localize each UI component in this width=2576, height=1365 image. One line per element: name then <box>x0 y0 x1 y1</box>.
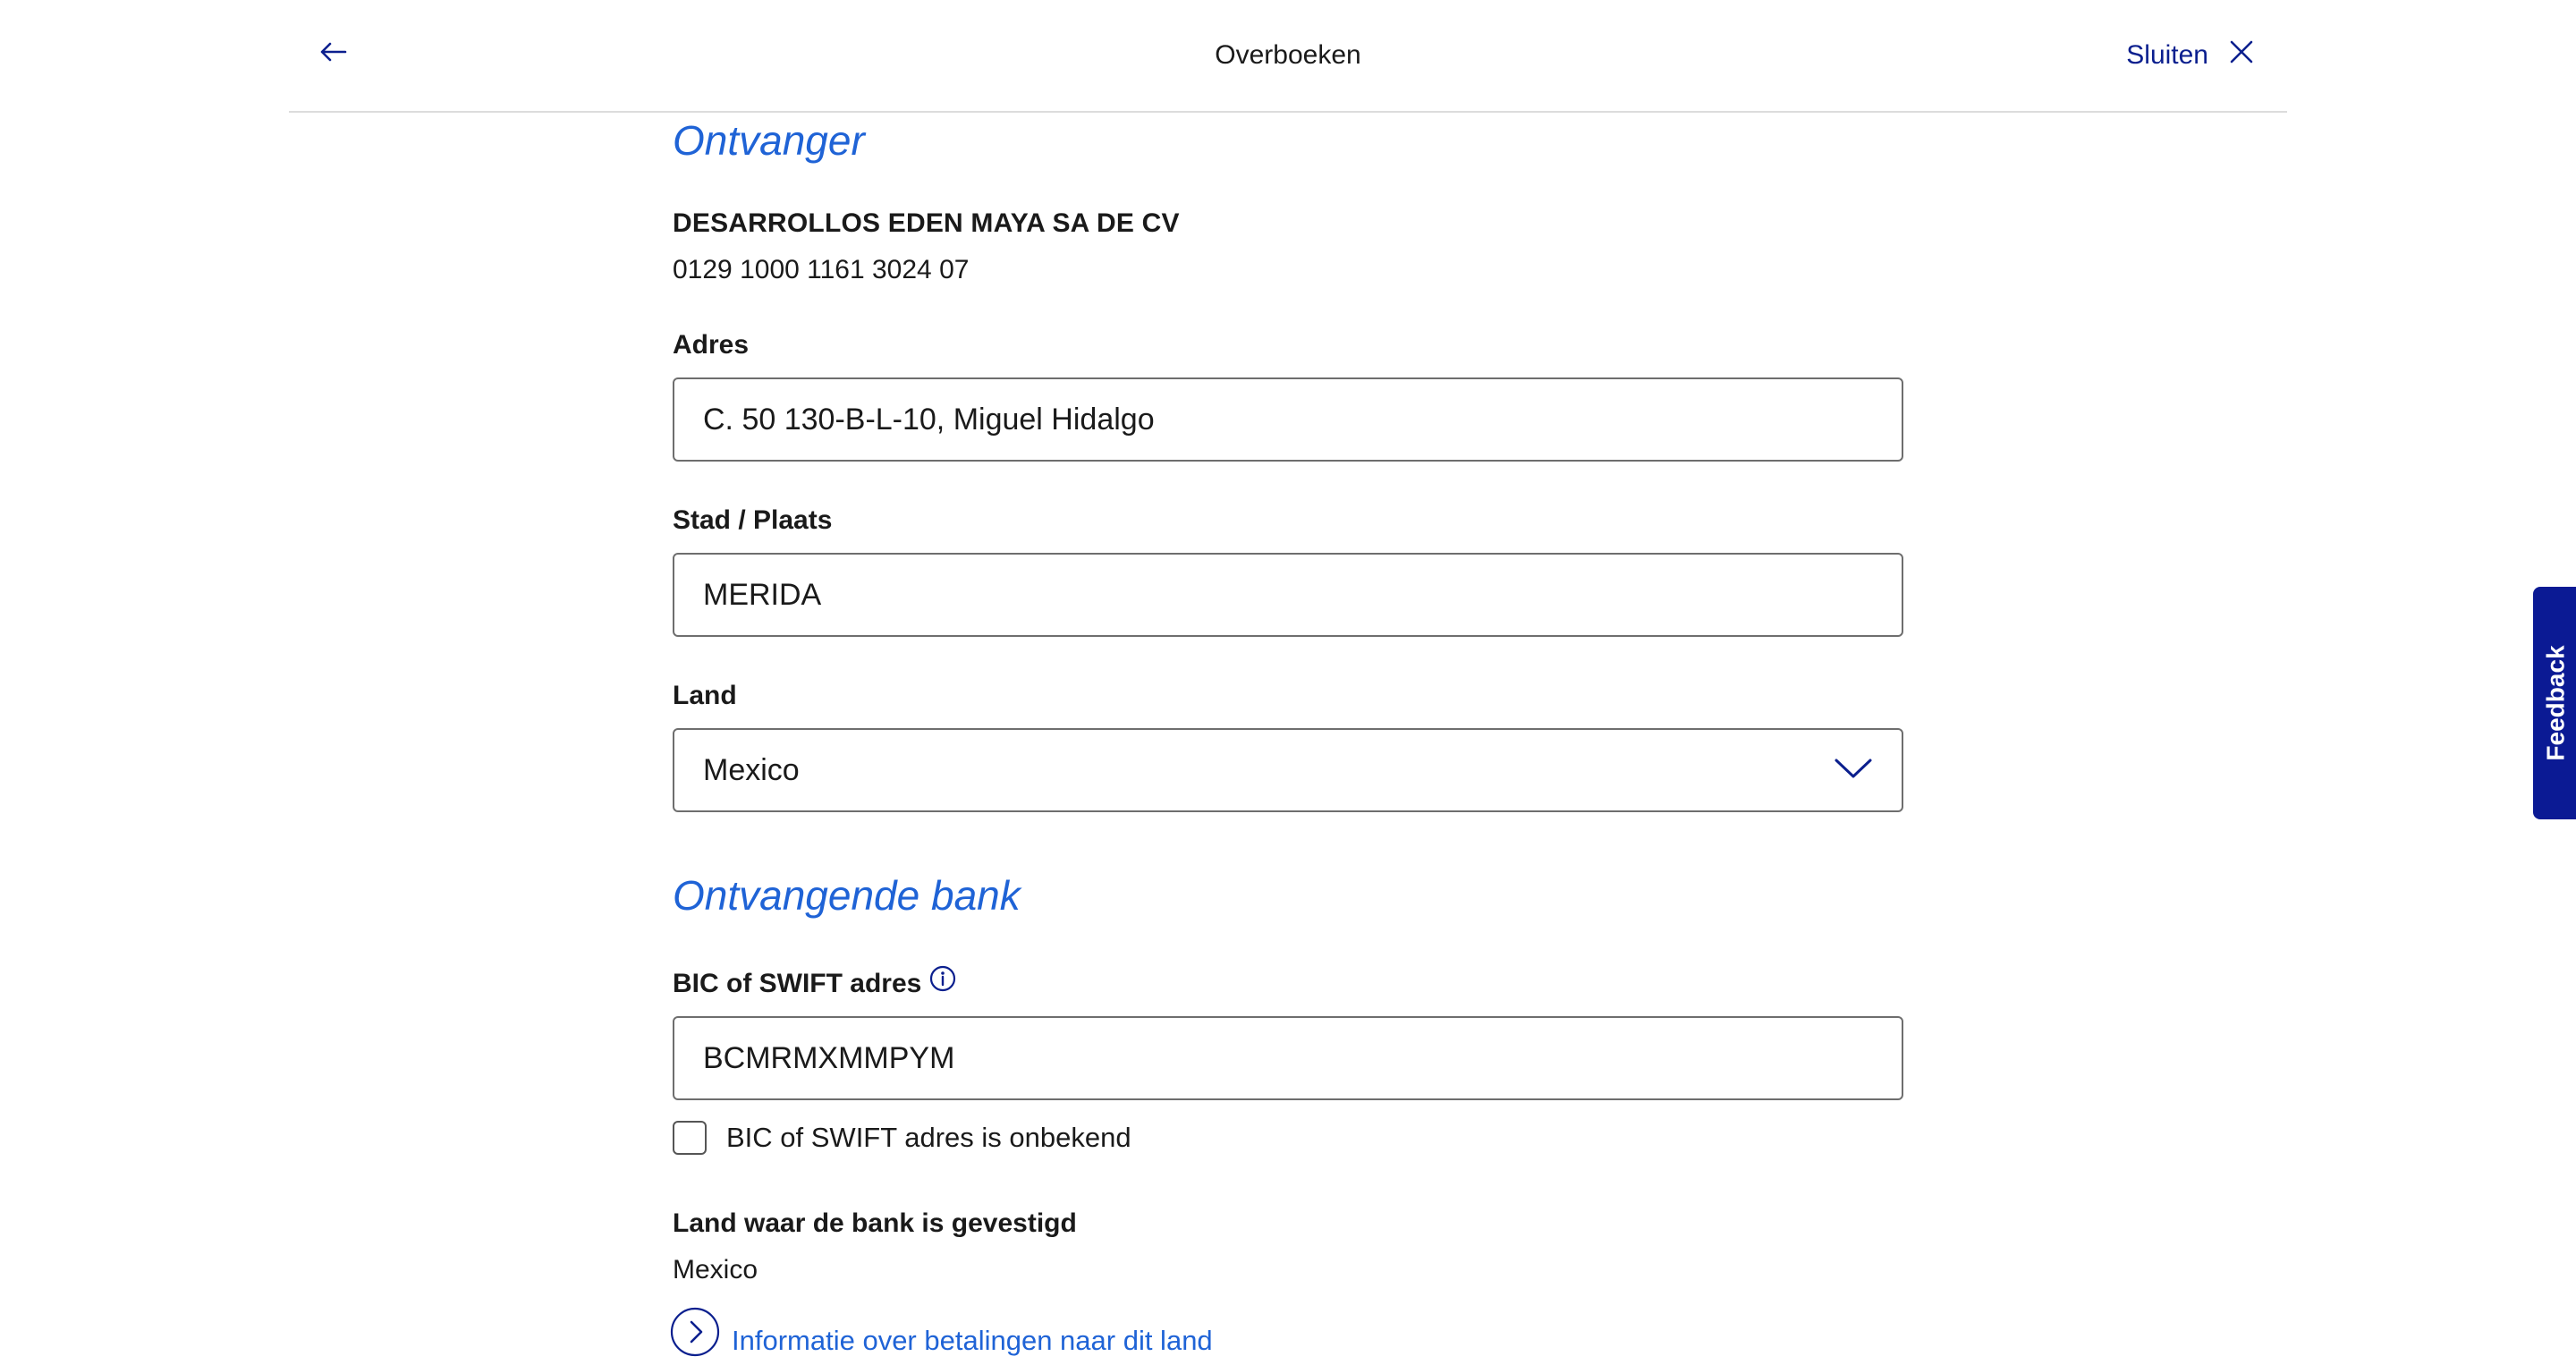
bank-country-label: Land waar de bank is gevestigd <box>673 1208 1077 1238</box>
bic-unknown-checkbox[interactable] <box>673 1121 707 1155</box>
bic-label-text: BIC of SWIFT adres <box>673 969 922 998</box>
bank-country-value: Mexico <box>673 1255 758 1284</box>
chevron-right-circle-icon <box>669 1306 721 1365</box>
section-title-recipient: Ontvanger <box>673 117 865 164</box>
feedback-tab[interactable]: Feedback <box>2533 587 2576 819</box>
bic-unknown-label: BIC of SWIFT adres is onbekend <box>726 1122 1131 1153</box>
info-icon[interactable] <box>928 964 957 993</box>
address-label: Adres <box>673 330 750 360</box>
info-link-label: Informatie over betalingen naar dit land <box>732 1324 1213 1356</box>
section-title-receiving-bank: Ontvangende bank <box>673 872 1021 919</box>
header-bar: Overboeken Sluiten <box>289 0 2287 113</box>
address-input[interactable] <box>673 377 1903 462</box>
close-label: Sluiten <box>2126 40 2208 70</box>
feedback-label: Feedback <box>2542 645 2571 761</box>
country-select-value: Mexico <box>703 753 800 787</box>
country-select[interactable]: Mexico <box>673 728 1903 812</box>
bic-input[interactable] <box>673 1016 1903 1100</box>
bic-unknown-option[interactable]: BIC of SWIFT adres is onbekend <box>673 1120 1131 1156</box>
close-icon <box>2230 34 2253 77</box>
country-payment-info-link[interactable]: Informatie over betalingen naar dit land <box>669 1306 1213 1365</box>
bic-label: BIC of SWIFT adres <box>673 964 957 1002</box>
country-label: Land <box>673 681 737 710</box>
recipient-name: DESARROLLOS EDEN MAYA SA DE CV <box>673 208 1180 238</box>
recipient-account-number: 0129 1000 1161 3024 07 <box>673 255 970 284</box>
page-title: Overboeken <box>1215 40 1361 70</box>
close-button[interactable]: Sluiten <box>2126 34 2253 77</box>
city-input[interactable] <box>673 553 1903 637</box>
city-label: Stad / Plaats <box>673 505 833 535</box>
chevron-down-icon <box>1834 730 1873 810</box>
transfer-page: Overboeken Sluiten Ontvanger DESARROLLOS… <box>0 0 2576 1365</box>
